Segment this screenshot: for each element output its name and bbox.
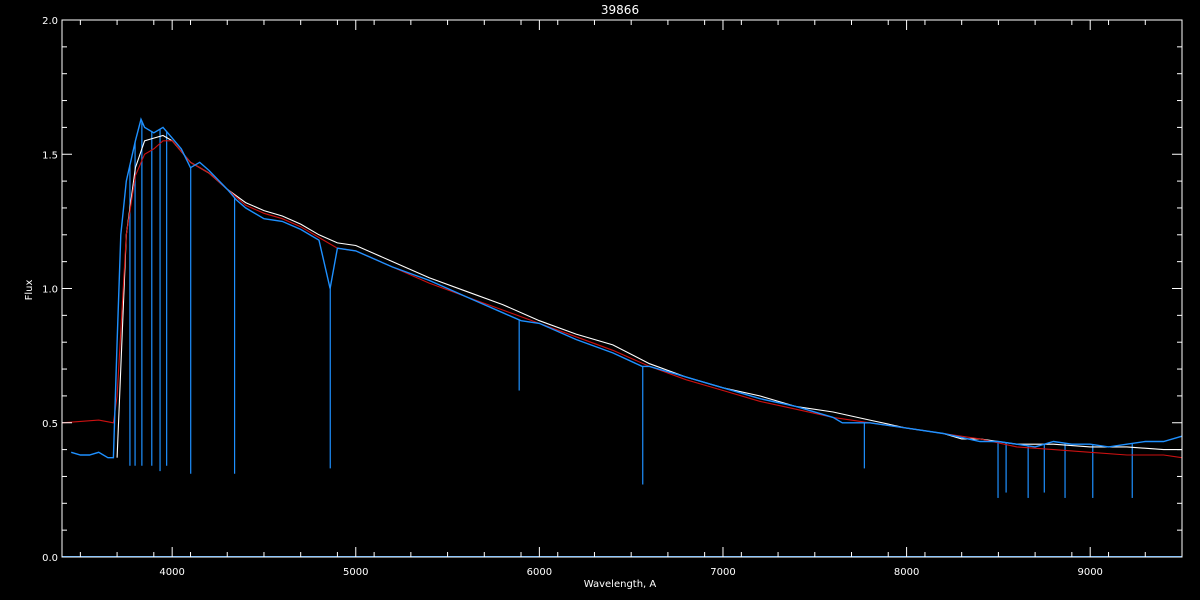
y-tick-label: 0.5: [42, 419, 58, 430]
y-tick-label: 1.0: [42, 285, 58, 296]
chart-title: 39866: [601, 3, 639, 17]
x-tick-label: 8000: [894, 567, 919, 578]
x-tick-label: 7000: [710, 567, 735, 578]
y-axis-label: Flux: [24, 280, 35, 301]
x-tick-label: 9000: [1077, 567, 1102, 578]
x-tick-label: 6000: [527, 567, 552, 578]
y-tick-label: 2.0: [42, 16, 58, 27]
x-tick-label: 5000: [343, 567, 368, 578]
x-tick-label: 4000: [159, 567, 184, 578]
spectrum-chart: 4000 5000 6000 7000 8000 90000.00.51.01.52.0 …: [0, 0, 1200, 600]
chart-background: [0, 0, 1200, 600]
y-tick-label: 0.0: [42, 553, 58, 564]
x-axis-label: Wavelength, A: [584, 579, 657, 590]
y-tick-label: 1.5: [42, 150, 58, 161]
